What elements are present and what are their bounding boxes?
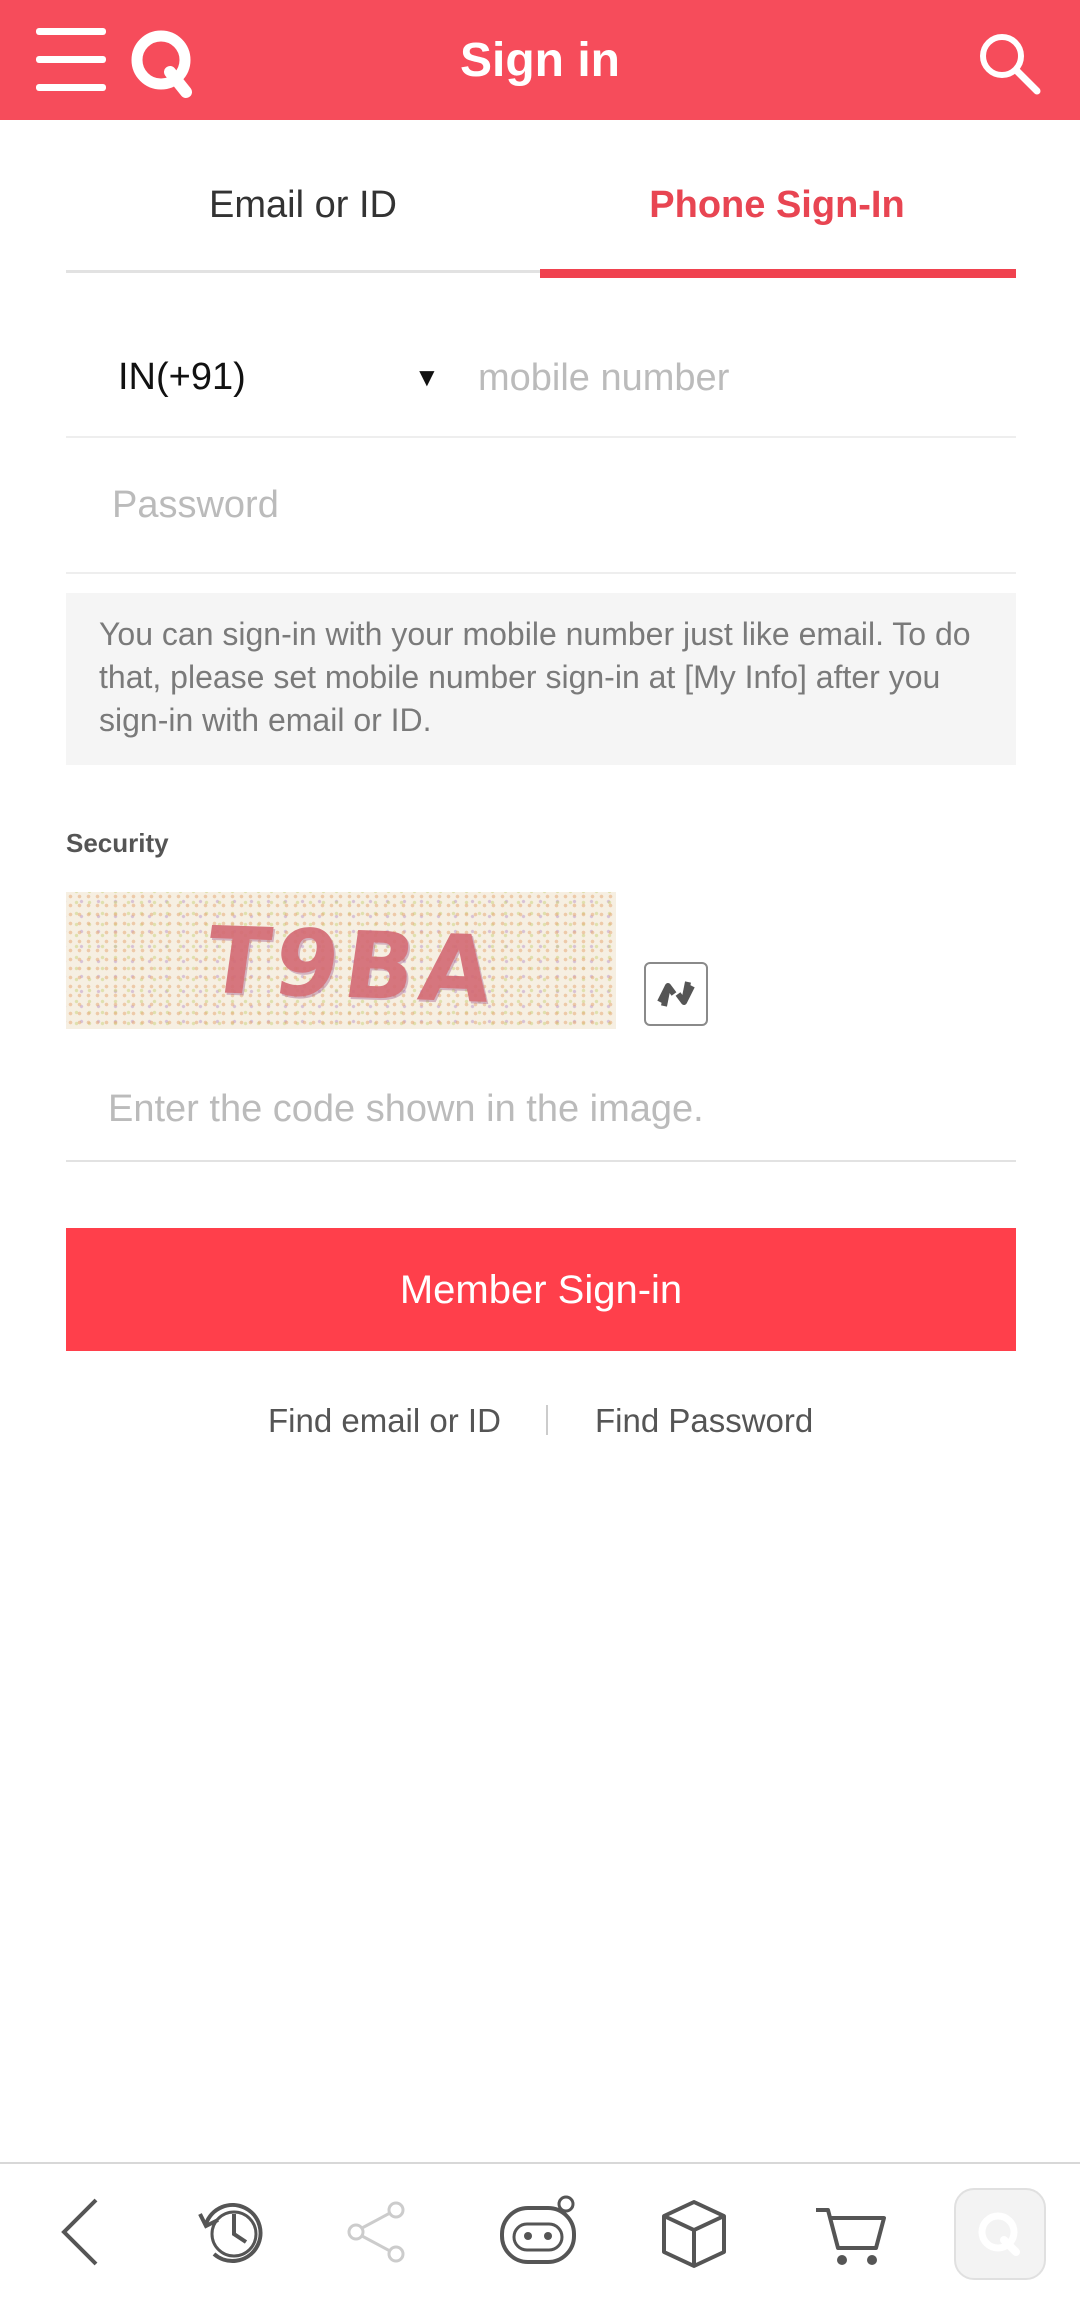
password-row xyxy=(66,438,1016,574)
find-password-link[interactable]: Find Password xyxy=(595,1396,813,1446)
sign-in-tabs: Email or ID Phone Sign-In xyxy=(66,122,1016,278)
qoo10-home-icon xyxy=(978,2212,1020,2256)
share-icon[interactable] xyxy=(334,2190,418,2274)
captcha-code-row xyxy=(66,1054,1016,1162)
refresh-icon xyxy=(657,981,695,1007)
recovery-links: Find email or ID Find Password xyxy=(0,1396,1080,1446)
box-icon[interactable] xyxy=(652,2190,736,2274)
mobile-number-input[interactable] xyxy=(476,338,1000,418)
password-input[interactable] xyxy=(110,464,994,546)
history-icon[interactable] xyxy=(190,2190,274,2274)
link-divider xyxy=(546,1405,548,1435)
captcha-code-input[interactable] xyxy=(106,1068,1000,1150)
tab-phone-sign-in[interactable]: Phone Sign-In xyxy=(540,122,1016,278)
qchat-robot-icon[interactable] xyxy=(496,2190,580,2274)
info-notice: You can sign-in with your mobile number … xyxy=(66,593,1016,765)
cart-icon[interactable] xyxy=(808,2190,892,2274)
member-sign-in-button[interactable]: Member Sign-in xyxy=(66,1228,1016,1351)
page-title: Sign in xyxy=(460,34,620,87)
captcha-text: T9BA xyxy=(199,906,505,1025)
back-icon[interactable] xyxy=(38,2190,122,2274)
qoo10-home-button[interactable] xyxy=(954,2188,1046,2280)
dropdown-caret-icon[interactable]: ▼ xyxy=(414,318,440,436)
country-code-select[interactable]: IN(+91) xyxy=(118,318,246,436)
phone-row: IN(+91) ▼ xyxy=(66,318,1016,438)
security-label: Security xyxy=(66,828,169,858)
find-email-or-id-link[interactable]: Find email or ID xyxy=(268,1396,501,1446)
search-icon[interactable] xyxy=(976,30,1042,96)
bottom-navigation-bar xyxy=(0,2162,1080,2302)
top-app-bar: Sign in xyxy=(0,0,1080,120)
tab-email-or-id[interactable]: Email or ID xyxy=(66,122,540,273)
captcha-image: T9BA xyxy=(66,892,616,1029)
captcha-refresh-button[interactable] xyxy=(644,962,708,1026)
